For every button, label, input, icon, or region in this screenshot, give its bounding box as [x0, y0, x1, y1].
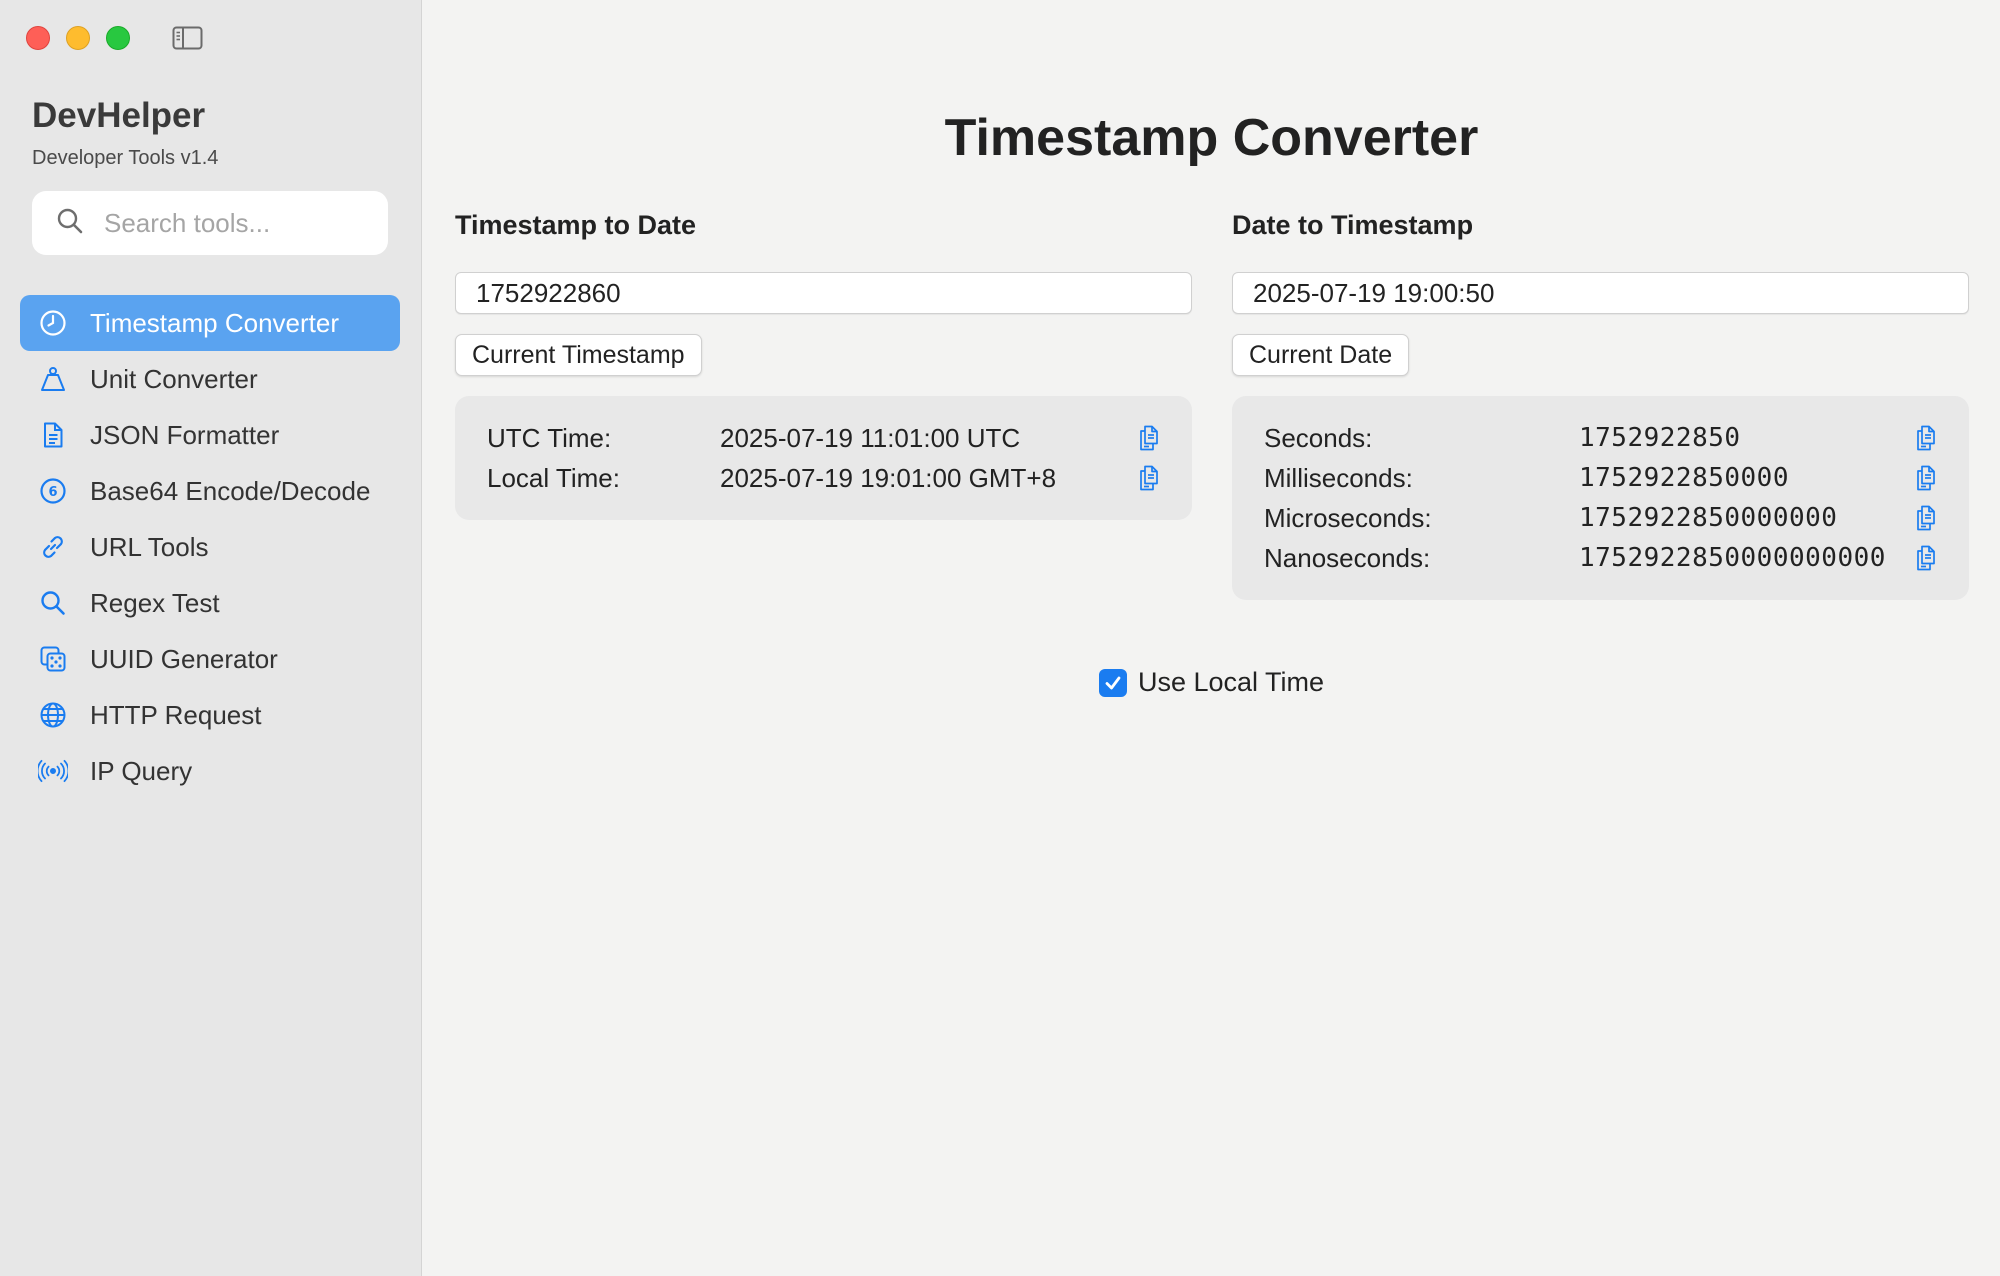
copy-icon[interactable]	[1913, 425, 1939, 451]
timestamp-input[interactable]	[455, 272, 1192, 314]
scale-icon	[38, 364, 68, 394]
sidebar-item-ip-query[interactable]: IP Query	[20, 743, 400, 799]
sidebar-item-label: Unit Converter	[90, 363, 258, 394]
sidebar-item-regex-test[interactable]: Regex Test	[20, 575, 400, 631]
sidebar-item-label: UUID Generator	[90, 643, 278, 674]
result-label: Nanoseconds:	[1264, 542, 1431, 573]
search-icon	[56, 207, 84, 240]
result-value: 1752922850000000000	[1579, 543, 1886, 573]
page-title: Timestamp Converter	[944, 109, 1479, 167]
use-local-time-label[interactable]: Use Local Time	[1138, 667, 1324, 698]
magnifier-icon	[38, 588, 68, 618]
sidebar-item-label: JSON Formatter	[90, 419, 280, 450]
section-title: Timestamp to Date	[455, 210, 697, 240]
search-box[interactable]	[32, 191, 388, 255]
svg-text:6: 6	[48, 485, 57, 500]
app-subtitle: Developer Tools v1.4	[32, 147, 219, 169]
date-input[interactable]	[1232, 272, 1969, 314]
sidebar-item-label: IP Query	[90, 755, 193, 786]
result-label: Seconds:	[1264, 422, 1373, 453]
result-label: Microseconds:	[1264, 502, 1432, 533]
maximize-window-button[interactable]	[106, 26, 130, 50]
checkmark-icon	[1105, 676, 1121, 689]
broadcast-icon	[38, 756, 68, 786]
result-label: UTC Time:	[487, 422, 612, 453]
sidebar-item-base64[interactable]: 6 Base64 Encode/Decode	[20, 463, 400, 519]
result-value: 2025-07-19 11:01:00 UTC	[720, 422, 1021, 453]
sidebar-item-label: Base64 Encode/Decode	[90, 475, 371, 506]
result-row-utc: UTC Time: 2025-07-19 11:01:00 UTC	[487, 418, 1162, 458]
sidebar-nav: Timestamp Converter Unit Converter JSON …	[20, 295, 400, 799]
timestamp-to-date-panel: Timestamp to Date Current Timestamp UTC …	[455, 210, 1192, 520]
app-title: DevHelper	[32, 96, 206, 135]
main-content: Timestamp Converter Timestamp to Date Cu…	[423, 0, 2000, 1276]
copy-icon[interactable]	[1913, 545, 1939, 571]
result-label: Milliseconds:	[1264, 462, 1413, 493]
clock-icon	[38, 308, 68, 338]
result-value: 1752922850000000	[1579, 503, 1838, 533]
result-value: 2025-07-19 19:01:00 GMT+8	[720, 462, 1057, 493]
minimize-window-button[interactable]	[66, 26, 90, 50]
current-timestamp-button[interactable]: Current Timestamp	[455, 334, 702, 376]
document-icon	[38, 420, 68, 450]
window-controls	[26, 26, 130, 50]
globe-icon	[38, 700, 68, 730]
copy-icon[interactable]	[1136, 425, 1162, 451]
link-icon	[38, 532, 68, 562]
result-row-local: Local Time: 2025-07-19 19:01:00 GMT+8	[487, 458, 1162, 498]
close-window-button[interactable]	[26, 26, 50, 50]
search-input[interactable]	[104, 207, 364, 239]
sidebar-item-unit-converter[interactable]: Unit Converter	[20, 351, 400, 407]
sidebar-item-url-tools[interactable]: URL Tools	[20, 519, 400, 575]
copy-icon[interactable]	[1913, 505, 1939, 531]
number-six-circle-icon: 6	[38, 476, 68, 506]
sidebar-item-json-formatter[interactable]: JSON Formatter	[20, 407, 400, 463]
sidebar-item-label: URL Tools	[90, 531, 209, 562]
sidebar-item-timestamp-converter[interactable]: Timestamp Converter	[20, 295, 400, 351]
result-row-microseconds: Microseconds: 1752922850000000	[1264, 498, 1939, 538]
result-row-seconds: Seconds: 1752922850	[1264, 418, 1939, 458]
date-result-card: UTC Time: 2025-07-19 11:01:00 UTC Local …	[455, 396, 1192, 520]
result-value: 1752922850000	[1579, 463, 1789, 493]
result-row-milliseconds: Milliseconds: 1752922850000	[1264, 458, 1939, 498]
sidebar-item-label: HTTP Request	[90, 699, 262, 730]
result-row-nanoseconds: Nanoseconds: 1752922850000000000	[1264, 538, 1939, 578]
timestamp-result-card: Seconds: 1752922850 Milliseconds: 175292…	[1232, 396, 1969, 600]
date-to-timestamp-panel: Date to Timestamp Current Date Seconds: …	[1232, 210, 1969, 600]
sidebar-item-uuid-generator[interactable]: UUID Generator	[20, 631, 400, 687]
sidebar-toggle-icon[interactable]	[172, 26, 203, 50]
result-value: 1752922850	[1579, 423, 1741, 453]
current-date-button[interactable]: Current Date	[1232, 334, 1410, 376]
use-local-time-row: Use Local Time	[423, 667, 2000, 698]
sidebar-item-label: Timestamp Converter	[90, 307, 339, 338]
result-label: Local Time:	[487, 462, 620, 493]
section-title: Date to Timestamp	[1232, 210, 1474, 240]
copy-icon[interactable]	[1136, 465, 1162, 491]
copy-icon[interactable]	[1913, 465, 1939, 491]
dice-icon	[38, 644, 68, 674]
use-local-time-checkbox[interactable]	[1098, 668, 1127, 697]
sidebar-item-http-request[interactable]: HTTP Request	[20, 687, 400, 743]
sidebar: DevHelper Developer Tools v1.4 Timestamp…	[0, 0, 422, 1276]
sidebar-item-label: Regex Test	[90, 587, 220, 618]
